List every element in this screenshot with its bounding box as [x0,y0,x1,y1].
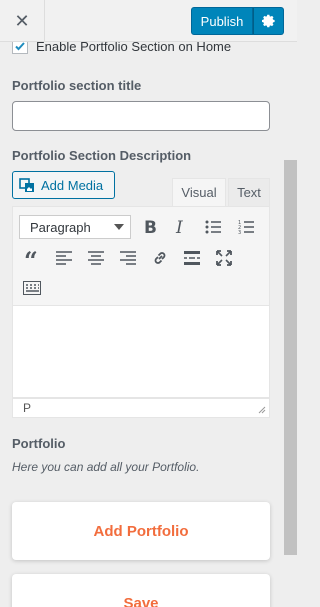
align-left-button[interactable] [51,245,77,271]
section-description-label: Portfolio Section Description [12,148,192,163]
section-title-input[interactable] [12,101,270,131]
chevron-down-icon [114,224,124,230]
svg-text:I: I [175,219,183,235]
scrollbar-thumb[interactable] [284,160,297,555]
section-panel: Enable Portfolio Section on Home Portfol… [0,30,284,607]
numbered-list-icon: 123 [238,220,254,234]
bold-button[interactable]: B [137,214,163,240]
gear-icon [261,14,275,28]
link-icon [154,252,166,264]
section-title-label: Portfolio section title [12,78,142,93]
add-media-label: Add Media [41,177,104,193]
link-button[interactable] [147,245,173,271]
close-icon: ✕ [14,10,30,31]
publish-button[interactable]: Publish [191,7,253,35]
format-select-value: Paragraph [30,219,91,235]
bullet-list-button[interactable] [200,214,226,240]
tab-visual[interactable]: Visual [172,178,226,206]
editor-content-area[interactable] [12,306,270,398]
bold-icon: B [144,219,157,235]
blockquote-icon: “ [24,251,38,265]
read-more-button[interactable] [179,245,205,271]
add-portfolio-button[interactable]: Add Portfolio [12,502,270,560]
align-right-button[interactable] [115,245,141,271]
customizer-header: ✕ Publish [0,0,297,42]
publish-group: Publish [191,7,284,35]
align-left-icon [56,251,72,265]
resize-handle-icon[interactable] [258,406,266,414]
svg-text:B: B [144,219,157,235]
save-button[interactable]: Save [12,574,270,607]
tab-text[interactable]: Text [228,178,270,206]
fullscreen-icon [216,250,232,266]
svg-text:3: 3 [238,230,241,234]
blockquote-button[interactable]: “ [19,245,45,271]
italic-button[interactable]: I [168,214,194,240]
publish-settings-button[interactable] [253,7,284,35]
align-center-icon [88,251,104,265]
fullscreen-button[interactable] [211,245,237,271]
portfolio-description: Here you can add all your Portfolio. [12,460,200,474]
editor-statusbar: P [12,398,270,418]
toolbar-toggle-button[interactable] [19,275,45,301]
portfolio-label: Portfolio [12,436,66,451]
editor-path: P [23,401,32,415]
align-center-button[interactable] [83,245,109,271]
italic-icon: I [175,219,183,235]
numbered-list-button[interactable]: 123 [233,214,259,240]
read-more-icon [184,251,200,265]
media-icon [19,178,34,192]
svg-text:“: “ [24,251,38,265]
editor-toolbar: Paragraph B I 123 “ [12,206,270,306]
close-button[interactable]: ✕ [0,0,45,42]
align-right-icon [120,251,136,265]
toolbar-toggle-icon [23,281,41,295]
format-select[interactable]: Paragraph [19,215,131,239]
bullet-list-icon [205,220,221,234]
add-media-button[interactable]: Add Media [12,171,115,199]
